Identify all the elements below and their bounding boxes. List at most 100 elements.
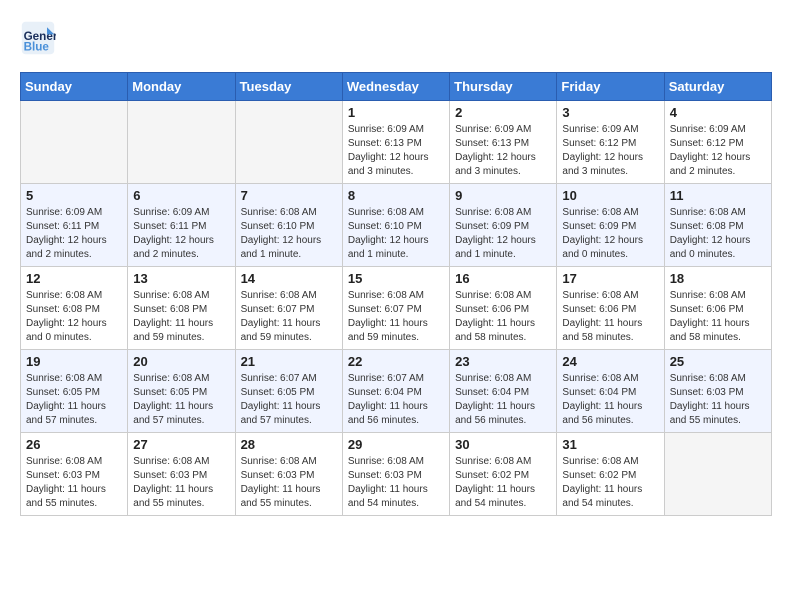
- calendar-cell: 3 Sunrise: 6:09 AM Sunset: 6:12 PM Daylig…: [557, 101, 664, 184]
- calendar-week-row: 19 Sunrise: 6:08 AM Sunset: 6:05 PM Dayli…: [21, 350, 772, 433]
- calendar-cell: [664, 433, 771, 516]
- calendar-cell: 9Sunrise: 6:08 AM Sunset: 6:09 PM Daylig…: [450, 184, 557, 267]
- calendar-cell: 25 Sunrise: 6:08 AM Sunset: 6:03 PM Dayli…: [664, 350, 771, 433]
- day-info: Sunrise: 6:09 AM Sunset: 6:11 PM Dayligh…: [133, 206, 229, 262]
- calendar-cell: 10Sunrise: 6:08 AM Sunset: 6:09 PM Dayli…: [557, 184, 664, 267]
- calendar-week-row: 1 Sunrise: 6:09 AM Sunset: 6:13 PM Daylig…: [21, 101, 772, 184]
- calendar-cell: 12 Sunrise: 6:08 AM Sunset: 6:08 PM Dayli…: [21, 267, 128, 350]
- day-number: 7: [241, 188, 337, 203]
- day-number: 27: [133, 437, 229, 452]
- weekday-header-tuesday: Tuesday: [235, 73, 342, 101]
- weekday-header-wednesday: Wednesday: [342, 73, 449, 101]
- calendar-cell: 7 Sunrise: 6:08 AM Sunset: 6:10 PM Daylig…: [235, 184, 342, 267]
- page: General Blue SundayMondayTuesdayWednesda…: [0, 0, 792, 526]
- calendar-cell: 23 Sunrise: 6:08 AM Sunset: 6:04 PM Dayli…: [450, 350, 557, 433]
- calendar-cell: 21 Sunrise: 6:07 AM Sunset: 6:05 PM Dayli…: [235, 350, 342, 433]
- calendar-cell: 1Sunrise: 6:09 AM Sunset: 6:13 PM Daylig…: [342, 101, 449, 184]
- logo: General Blue: [20, 20, 60, 56]
- day-info: Sunrise: 6:07 AM Sunset: 6:05 PM Dayligh…: [241, 372, 337, 428]
- calendar-week-row: 26 Sunrise: 6:08 AM Sunset: 6:03 PM Dayli…: [21, 433, 772, 516]
- day-number: 15: [348, 271, 444, 286]
- day-info: Sunrise: 6:08 AM Sunset: 6:06 PM Dayligh…: [455, 289, 551, 345]
- calendar-cell: 24 Sunrise: 6:08 AM Sunset: 6:04 PM Dayli…: [557, 350, 664, 433]
- day-info: Sunrise: 6:08 AM Sunset: 6:08 PM Dayligh…: [133, 289, 229, 345]
- calendar-table: SundayMondayTuesdayWednesdayThursdayFrid…: [20, 72, 772, 516]
- day-info: Sunrise: 6:08 AM Sunset: 6:04 PM Dayligh…: [455, 372, 551, 428]
- day-number: 14: [241, 271, 337, 286]
- calendar-cell: 30Sunrise: 6:08 AM Sunset: 6:02 PM Dayli…: [450, 433, 557, 516]
- day-number: 5: [26, 188, 122, 203]
- calendar-week-row: 5 Sunrise: 6:09 AM Sunset: 6:11 PM Daylig…: [21, 184, 772, 267]
- day-number: 13: [133, 271, 229, 286]
- calendar-cell: 2 Sunrise: 6:09 AM Sunset: 6:13 PM Daylig…: [450, 101, 557, 184]
- day-info: Sunrise: 6:08 AM Sunset: 6:07 PM Dayligh…: [348, 289, 444, 345]
- day-number: 17: [562, 271, 658, 286]
- logo-icon: General Blue: [20, 20, 56, 56]
- day-info: Sunrise: 6:08 AM Sunset: 6:08 PM Dayligh…: [670, 206, 766, 262]
- day-number: 3: [562, 105, 658, 120]
- day-number: 21: [241, 354, 337, 369]
- calendar-cell: 20 Sunrise: 6:08 AM Sunset: 6:05 PM Dayli…: [128, 350, 235, 433]
- day-number: 26: [26, 437, 122, 452]
- calendar-cell: 26 Sunrise: 6:08 AM Sunset: 6:03 PM Dayli…: [21, 433, 128, 516]
- calendar-cell: 27 Sunrise: 6:08 AM Sunset: 6:03 PM Dayli…: [128, 433, 235, 516]
- calendar-cell: 11 Sunrise: 6:08 AM Sunset: 6:08 PM Dayli…: [664, 184, 771, 267]
- day-info: Sunrise: 6:08 AM Sunset: 6:06 PM Dayligh…: [670, 289, 766, 345]
- day-number: 28: [241, 437, 337, 452]
- day-number: 31: [562, 437, 658, 452]
- calendar-cell: 18 Sunrise: 6:08 AM Sunset: 6:06 PM Dayli…: [664, 267, 771, 350]
- calendar-cell: [21, 101, 128, 184]
- calendar-cell: 16Sunrise: 6:08 AM Sunset: 6:06 PM Dayli…: [450, 267, 557, 350]
- calendar-week-row: 12 Sunrise: 6:08 AM Sunset: 6:08 PM Dayli…: [21, 267, 772, 350]
- day-number: 24: [562, 354, 658, 369]
- day-info: Sunrise: 6:08 AM Sunset: 6:10 PM Dayligh…: [241, 206, 337, 262]
- calendar-cell: 5Sunrise: 6:09 AM Sunset: 6:11 PM Daylig…: [21, 184, 128, 267]
- calendar-cell: [128, 101, 235, 184]
- calendar-cell: 22Sunrise: 6:07 AM Sunset: 6:04 PM Dayli…: [342, 350, 449, 433]
- day-info: Sunrise: 6:08 AM Sunset: 6:08 PM Dayligh…: [26, 289, 122, 345]
- day-number: 30: [455, 437, 551, 452]
- day-info: Sunrise: 6:09 AM Sunset: 6:12 PM Dayligh…: [562, 123, 658, 179]
- calendar-cell: 6 Sunrise: 6:09 AM Sunset: 6:11 PM Daylig…: [128, 184, 235, 267]
- day-info: Sunrise: 6:08 AM Sunset: 6:03 PM Dayligh…: [26, 455, 122, 511]
- day-info: Sunrise: 6:08 AM Sunset: 6:06 PM Dayligh…: [562, 289, 658, 345]
- calendar-cell: 31 Sunrise: 6:08 AM Sunset: 6:02 PM Dayli…: [557, 433, 664, 516]
- day-info: Sunrise: 6:08 AM Sunset: 6:07 PM Dayligh…: [241, 289, 337, 345]
- day-number: 1: [348, 105, 444, 120]
- day-number: 18: [670, 271, 766, 286]
- day-number: 12: [26, 271, 122, 286]
- calendar-cell: 15 Sunrise: 6:08 AM Sunset: 6:07 PM Dayli…: [342, 267, 449, 350]
- header: General Blue: [20, 20, 772, 56]
- calendar-cell: 4Sunrise: 6:09 AM Sunset: 6:12 PM Daylig…: [664, 101, 771, 184]
- day-info: Sunrise: 6:08 AM Sunset: 6:09 PM Dayligh…: [562, 206, 658, 262]
- day-info: Sunrise: 6:08 AM Sunset: 6:05 PM Dayligh…: [26, 372, 122, 428]
- calendar-cell: 13 Sunrise: 6:08 AM Sunset: 6:08 PM Dayli…: [128, 267, 235, 350]
- day-number: 23: [455, 354, 551, 369]
- day-number: 4: [670, 105, 766, 120]
- day-number: 6: [133, 188, 229, 203]
- day-info: Sunrise: 6:09 AM Sunset: 6:13 PM Dayligh…: [455, 123, 551, 179]
- day-number: 2: [455, 105, 551, 120]
- day-number: 29: [348, 437, 444, 452]
- calendar-cell: 28 Sunrise: 6:08 AM Sunset: 6:03 PM Dayli…: [235, 433, 342, 516]
- day-info: Sunrise: 6:08 AM Sunset: 6:03 PM Dayligh…: [133, 455, 229, 511]
- day-number: 11: [670, 188, 766, 203]
- day-info: Sunrise: 6:08 AM Sunset: 6:05 PM Dayligh…: [133, 372, 229, 428]
- calendar-cell: 14 Sunrise: 6:08 AM Sunset: 6:07 PM Dayli…: [235, 267, 342, 350]
- day-number: 20: [133, 354, 229, 369]
- day-info: Sunrise: 6:08 AM Sunset: 6:04 PM Dayligh…: [562, 372, 658, 428]
- calendar-cell: 19 Sunrise: 6:08 AM Sunset: 6:05 PM Dayli…: [21, 350, 128, 433]
- weekday-header-monday: Monday: [128, 73, 235, 101]
- day-info: Sunrise: 6:08 AM Sunset: 6:03 PM Dayligh…: [241, 455, 337, 511]
- day-number: 19: [26, 354, 122, 369]
- day-info: Sunrise: 6:08 AM Sunset: 6:02 PM Dayligh…: [562, 455, 658, 511]
- calendar-cell: [235, 101, 342, 184]
- weekday-header-thursday: Thursday: [450, 73, 557, 101]
- calendar-cell: 8Sunrise: 6:08 AM Sunset: 6:10 PM Daylig…: [342, 184, 449, 267]
- svg-text:Blue: Blue: [24, 41, 50, 54]
- day-number: 22: [348, 354, 444, 369]
- day-info: Sunrise: 6:08 AM Sunset: 6:09 PM Dayligh…: [455, 206, 551, 262]
- day-number: 8: [348, 188, 444, 203]
- day-number: 25: [670, 354, 766, 369]
- day-info: Sunrise: 6:08 AM Sunset: 6:03 PM Dayligh…: [670, 372, 766, 428]
